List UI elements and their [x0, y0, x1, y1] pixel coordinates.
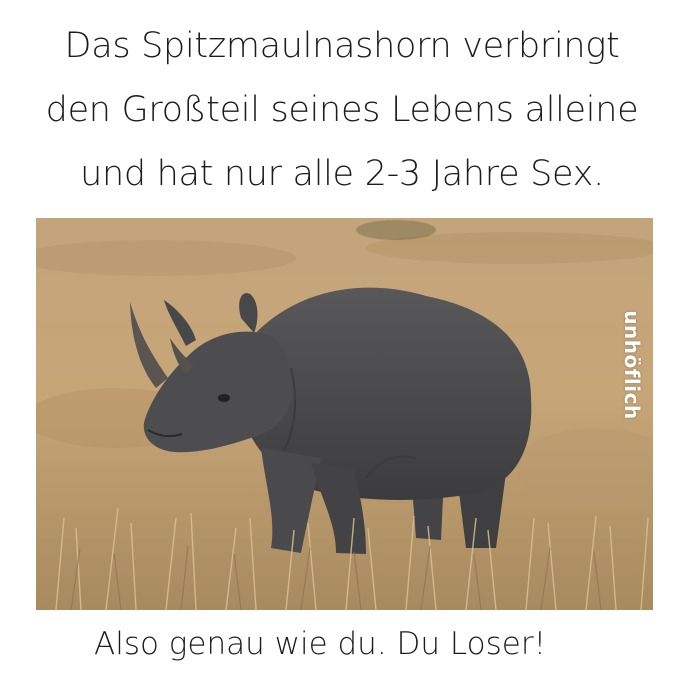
rhino-photo-illustration — [36, 218, 653, 610]
bottom-caption: Also genau wie du. Du Loser! — [94, 626, 546, 662]
watermark-vertical-text: unhöflich — [620, 310, 644, 420]
top-caption-line-3: und hat nur alle 2-3 Jahre Sex. — [80, 154, 604, 194]
top-caption-line-2: den Großteil seines Lebens alleine — [45, 90, 639, 130]
top-caption: Das Spitzmaulnashorn verbringt den Großt… — [0, 14, 684, 206]
rhino-photo — [36, 218, 653, 610]
top-caption-line-1: Das Spitzmaulnashorn verbringt — [64, 26, 620, 66]
watermark-vertical: unhöflich — [612, 290, 652, 440]
rhino-eye — [218, 394, 230, 402]
grass-patch — [356, 220, 436, 240]
